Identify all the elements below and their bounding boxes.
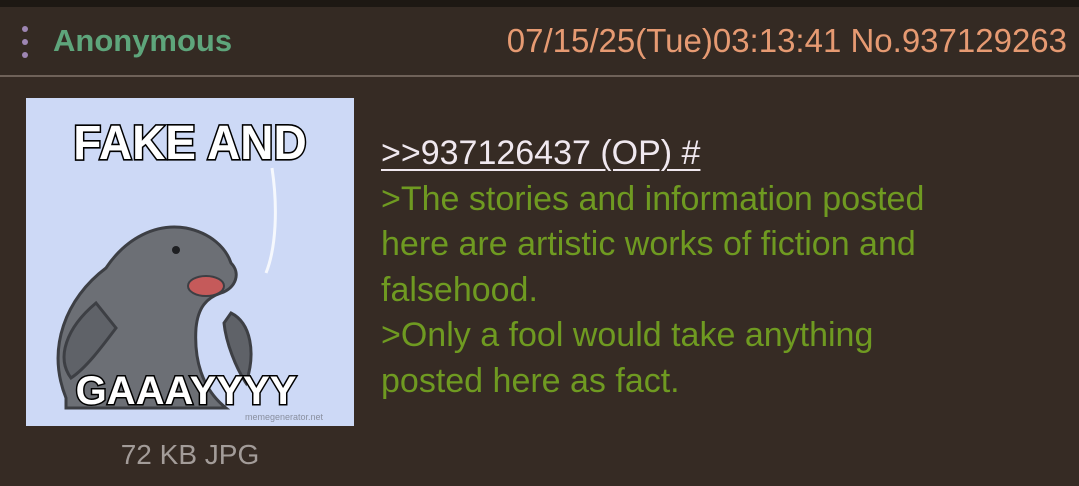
status-bar-edge — [0, 0, 1079, 7]
post-image-thumbnail[interactable]: FAKE AND GAAAYYYY memegenerator.net — [26, 98, 354, 426]
seal-meme-image: FAKE AND GAAAYYYY memegenerator.net — [26, 98, 354, 426]
post-number[interactable]: No.937129263 — [850, 22, 1067, 59]
greentext-line: >Only a fool would take anything — [381, 316, 874, 354]
greentext-line: here are artistic works of fiction and — [381, 225, 916, 263]
post-body: FAKE AND GAAAYYYY memegenerator.net 72 K… — [0, 77, 1079, 486]
post-comment: >>937126437 (OP) # >The stories and info… — [381, 131, 1041, 404]
greentext-line: falsehood. — [381, 270, 538, 309]
post-meta: 07/15/25(Tue)03:13:41 No.937129263 — [507, 23, 1067, 59]
greentext-line: >The stories and information posted — [381, 179, 925, 218]
greentext-line: posted here as fact. — [381, 361, 680, 400]
quote-link-op[interactable]: >>937126437 (OP) # — [381, 134, 700, 172]
post-header: Anonymous 07/15/25(Tue)03:13:41 No.93712… — [0, 7, 1079, 75]
watermark: memegenerator.net — [245, 412, 324, 422]
file-info: 72 KB JPG — [120, 439, 260, 470]
vertical-ellipsis-icon[interactable] — [14, 23, 36, 61]
caption-bottom: GAAAYYYY — [76, 369, 297, 413]
poster-name: Anonymous — [53, 23, 233, 58]
caption-top: FAKE AND — [73, 115, 306, 169]
post-datetime: 07/15/25(Tue)03:13:41 — [506, 22, 842, 59]
